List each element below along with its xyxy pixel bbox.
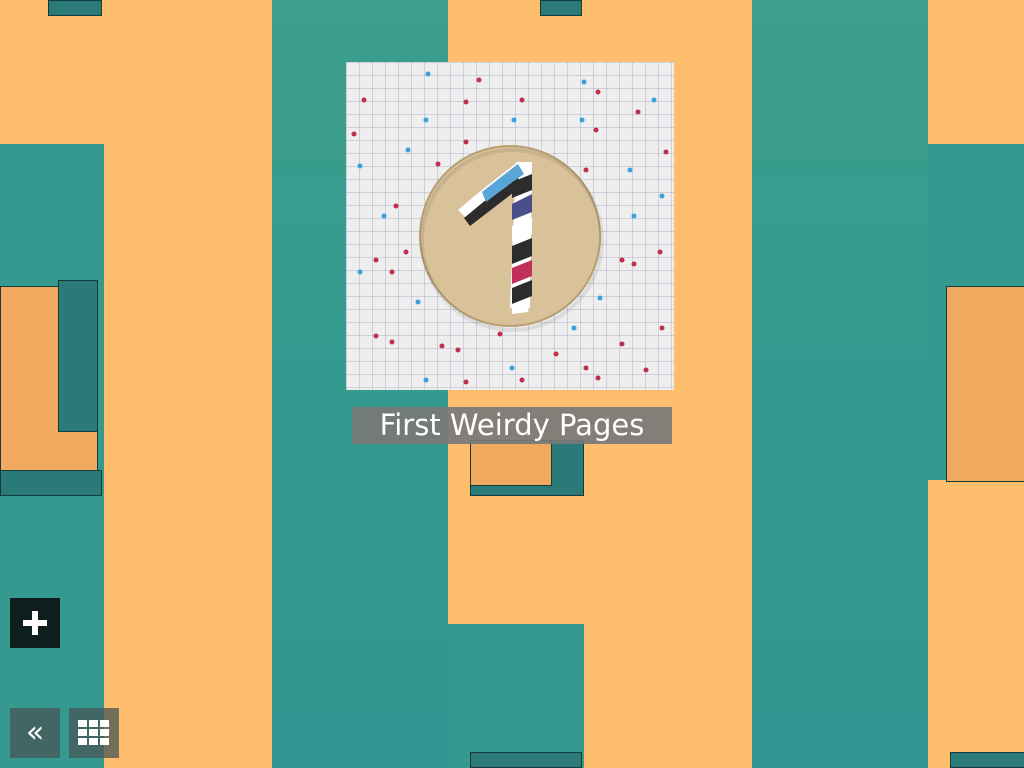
candy-number-one-icon [351,71,669,385]
bg-shape-one [946,286,1024,482]
bg-shape-edge [0,470,102,496]
bg-orange-block [584,624,752,768]
gallery-item-title[interactable]: First Weirdy Pages [352,407,672,444]
back-button[interactable]: « [10,708,60,758]
bg-teal-column [752,0,928,768]
plus-icon [23,611,47,635]
bg-shape-edge [540,0,582,16]
bg-orange-block [928,0,1024,144]
bg-orange-block [928,480,1024,624]
bg-shape-edge [950,752,1024,768]
gallery-item[interactable] [346,62,674,390]
bg-orange-block [448,480,752,624]
bg-orange-block [104,624,272,768]
bg-shape-one [470,440,552,486]
double-chevron-left-icon: « [25,715,45,750]
bg-shape-edge [48,0,102,16]
bg-orange-block [104,144,272,624]
gallery-item-thumbnail[interactable] [346,62,674,390]
grid-view-button[interactable] [69,708,119,758]
add-button[interactable] [10,598,60,648]
bg-shape-edge [58,280,98,432]
bg-shape-edge [470,752,582,768]
grid-icon [78,720,109,745]
bg-teal-block [448,624,584,768]
